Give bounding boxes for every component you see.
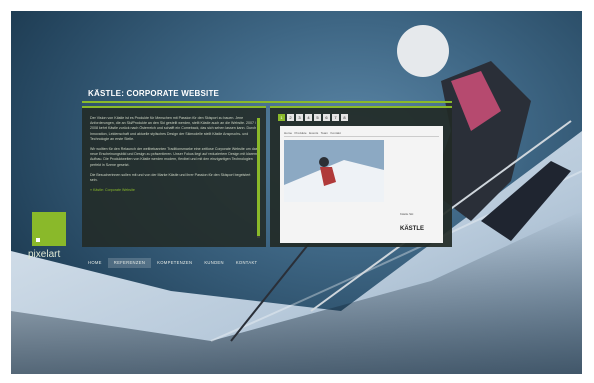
page: KÄSTLE: CORPORATE WEBSITE Der Vision von… — [0, 0, 594, 383]
website-screenshot: Home Produkte Events Team Kontakt Kästle… — [280, 126, 443, 243]
thumbnail-7[interactable]: 7 — [332, 114, 339, 121]
description-panel: Der Vision von Kästle ist es Produkte fü… — [82, 106, 266, 247]
nav-item-referenzen[interactable]: REFERENZEN — [107, 258, 152, 268]
screenshot-nav-item: Events — [309, 131, 319, 135]
description-paragraph: Wir wollten für den Relaunch der weltbek… — [90, 147, 258, 167]
screenshot-nav-item: Kontakt — [330, 131, 341, 135]
thumbnail-8[interactable]: 8 — [341, 114, 348, 121]
nav-item-kontakt[interactable]: KONTAKT — [230, 258, 264, 268]
accent-divider — [82, 101, 452, 103]
project-link[interactable]: » Kästle: Corporate Website — [90, 188, 258, 193]
thumbnail-6[interactable]: 6 — [323, 114, 330, 121]
screenshot-nav-item: Home — [284, 131, 293, 135]
pixelart-logo[interactable] — [32, 212, 66, 246]
text-scrollbar[interactable] — [257, 118, 260, 238]
brand-name[interactable]: pixelart — [28, 249, 60, 260]
nav-item-home[interactable]: HOME — [82, 258, 108, 268]
description-paragraph: Der Vision von Kästle ist es Produkte fü… — [90, 116, 257, 141]
thumbnail-2[interactable]: 2 — [287, 114, 294, 121]
thumbnail-pager: 1 2 3 4 5 6 7 8 — [278, 114, 348, 121]
logo-square-icon — [36, 238, 40, 242]
main-nav: HOME REFERENZEN KOMPETENZEN KUNDEN KONTA… — [82, 258, 263, 268]
thumbnail-3[interactable]: 3 — [296, 114, 303, 121]
kaestle-logo: KÄSTLE — [400, 226, 424, 232]
thumbnail-4[interactable]: 4 — [305, 114, 312, 121]
nav-item-kompetenzen[interactable]: KOMPETENZEN — [151, 258, 198, 268]
screenshot-nav-item: Team — [320, 131, 329, 135]
description-text: Der Vision von Kästle ist es Produkte fü… — [90, 116, 258, 198]
thumbnail-1[interactable]: 1 — [278, 114, 285, 121]
screenshot-caption: Kästle Ski — [400, 212, 414, 216]
thumbnail-5[interactable]: 5 — [314, 114, 321, 121]
screenshot-nav: Home Produkte Events Team Kontakt — [284, 130, 439, 137]
screenshot-ski-photo — [284, 140, 384, 202]
screenshot-nav-item: Produkte — [294, 131, 307, 135]
description-paragraph: Die Besucherinnen sollen mit und von der… — [90, 172, 251, 183]
scrollbar-thumb[interactable] — [257, 118, 260, 236]
project-title: KÄSTLE: CORPORATE WEBSITE — [88, 89, 220, 98]
nav-item-kunden[interactable]: KUNDEN — [198, 258, 229, 268]
preview-panel: 1 2 3 4 5 6 7 8 Home Produkte Events Tea… — [270, 106, 452, 247]
